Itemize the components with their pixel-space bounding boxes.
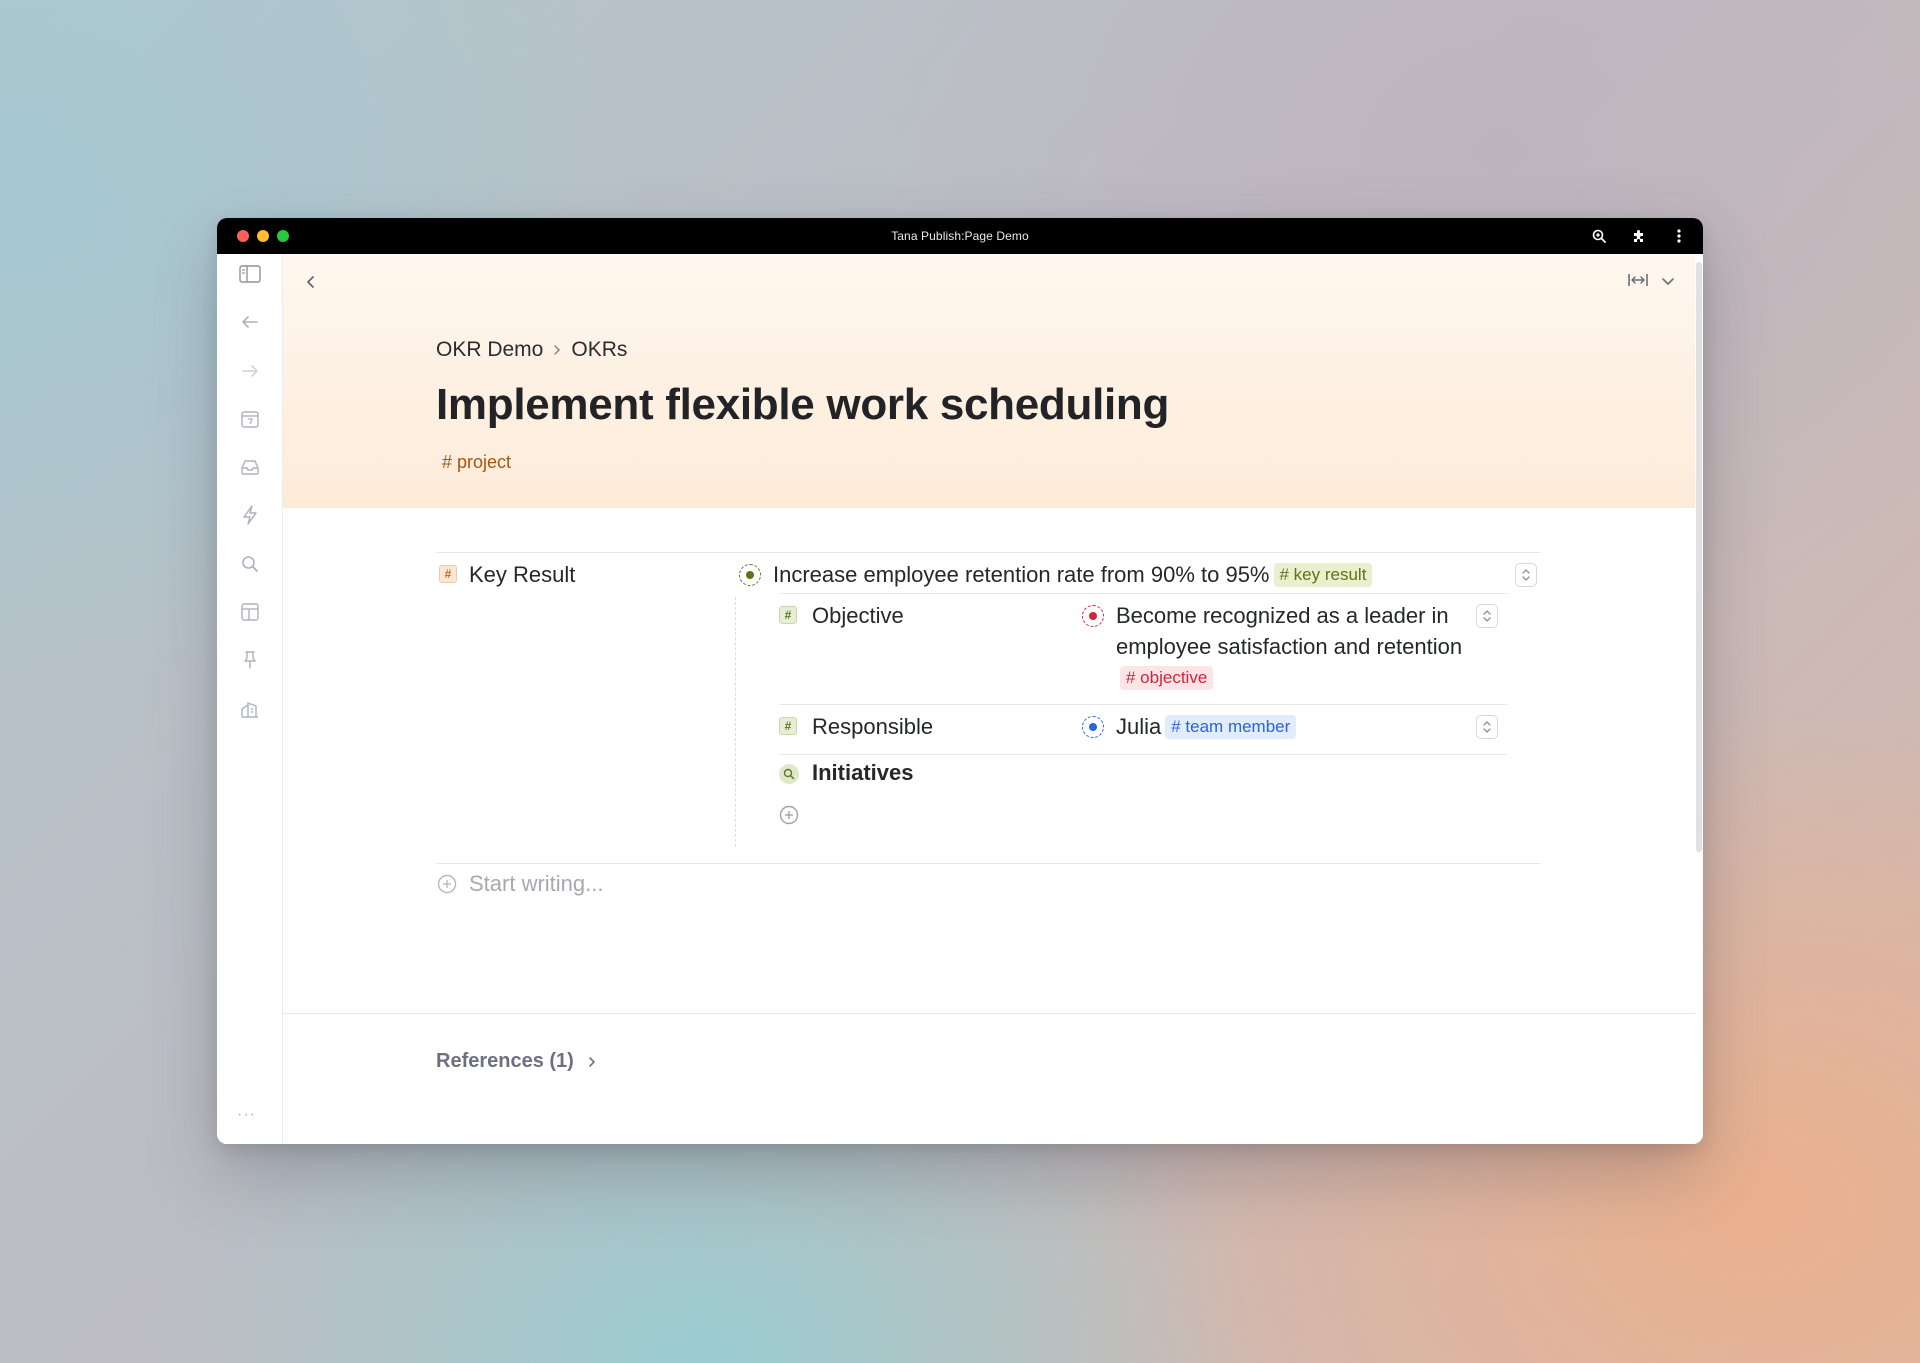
layout-icon[interactable] <box>238 600 262 624</box>
initiatives-label[interactable]: Initiatives <box>812 760 913 786</box>
start-writing-input[interactable]: Start writing... <box>469 871 603 897</box>
page-title[interactable]: Implement flexible work scheduling <box>436 380 1169 430</box>
title-bar-tools <box>1589 218 1689 254</box>
maximize-window-button[interactable] <box>277 230 289 242</box>
responsible-stepper[interactable] <box>1476 715 1498 739</box>
page-header: OKR Demo OKRs Implement flexible work sc… <box>283 254 1695 508</box>
nested-guide-line <box>735 597 736 847</box>
add-node-icon[interactable] <box>437 874 457 894</box>
divider <box>779 704 1507 705</box>
lightning-icon[interactable] <box>238 503 262 527</box>
pin-icon[interactable] <box>238 648 262 672</box>
field-name-key-result[interactable]: Key Result <box>469 562 575 588</box>
full-width-icon[interactable] <box>1627 272 1649 293</box>
title-bar: Tana Publish:Page Demo <box>217 218 1703 254</box>
responsible-bullet-icon[interactable] <box>1082 716 1104 738</box>
key-result-value[interactable]: Increase employee retention rate from 90… <box>773 559 1373 590</box>
field-name-responsible[interactable]: Responsible <box>812 714 933 740</box>
app-window: Tana Publish:Page Demo ··· OKR Demo OKRs… <box>217 218 1703 1144</box>
main-panel: OKR Demo OKRs Implement flexible work sc… <box>283 254 1695 1144</box>
zoom-icon[interactable] <box>1589 226 1609 246</box>
breadcrumb-okr-demo[interactable]: OKR Demo <box>436 338 543 362</box>
close-window-button[interactable] <box>237 230 249 242</box>
field-name-objective[interactable]: Objective <box>812 603 904 629</box>
view-tools <box>1627 272 1675 293</box>
divider <box>779 754 1507 755</box>
more-vertical-icon[interactable] <box>1669 226 1689 246</box>
key-result-stepper[interactable] <box>1515 563 1537 587</box>
sidebar: ··· <box>217 254 283 1144</box>
references-label: References (1) <box>436 1050 574 1072</box>
breadcrumb-okrs[interactable]: OKRs <box>571 338 627 362</box>
search-node-icon <box>779 764 799 784</box>
window-title: Tana Publish:Page Demo <box>891 229 1029 243</box>
scrollbar-thumb[interactable] <box>1696 262 1702 852</box>
breadcrumb: OKR Demo OKRs <box>436 338 627 362</box>
team-member-tag[interactable]: # team member <box>1165 715 1297 739</box>
key-result-tag[interactable]: # key result <box>1273 563 1373 587</box>
responsible-value[interactable]: Julia # team member <box>1116 711 1297 742</box>
chevron-down-icon[interactable] <box>1661 274 1675 292</box>
traffic-lights <box>237 230 289 242</box>
scrollbar[interactable] <box>1695 254 1703 1144</box>
workspace-icon[interactable] <box>238 697 262 721</box>
key-result-text: Increase employee retention rate from 90… <box>773 562 1270 587</box>
arrow-right-icon[interactable] <box>238 359 262 383</box>
field-hash-icon: # <box>779 606 797 624</box>
more-options-button[interactable]: ··· <box>237 1106 256 1124</box>
project-tag[interactable]: # project <box>438 450 515 475</box>
search-icon[interactable] <box>238 552 262 576</box>
calendar-icon[interactable] <box>238 407 262 431</box>
panel-toggle-icon[interactable] <box>238 262 262 286</box>
divider <box>436 863 1541 864</box>
chevron-right-icon <box>589 1056 595 1067</box>
collapse-chevron-icon[interactable] <box>301 272 321 292</box>
objective-stepper[interactable] <box>1476 604 1498 628</box>
breadcrumb-chevron-icon <box>553 338 561 362</box>
inbox-icon[interactable] <box>238 455 262 479</box>
add-child-icon[interactable] <box>779 805 799 825</box>
arrow-left-icon[interactable] <box>238 310 262 334</box>
objective-text: Become recognized as a leader in employe… <box>1116 603 1463 659</box>
key-result-bullet-icon[interactable] <box>739 564 761 586</box>
objective-tag[interactable]: # objective <box>1120 666 1214 690</box>
divider <box>779 593 1507 594</box>
field-hash-icon: # <box>779 717 797 735</box>
objective-bullet-icon[interactable] <box>1082 605 1104 627</box>
minimize-window-button[interactable] <box>257 230 269 242</box>
references-divider <box>283 1013 1695 1014</box>
divider <box>436 552 1541 553</box>
field-hash-icon: # <box>439 565 457 583</box>
extension-icon[interactable] <box>1629 226 1649 246</box>
responsible-text: Julia <box>1116 714 1162 739</box>
objective-value[interactable]: Become recognized as a leader in employe… <box>1116 600 1486 693</box>
references-toggle[interactable]: References (1) <box>436 1050 596 1073</box>
